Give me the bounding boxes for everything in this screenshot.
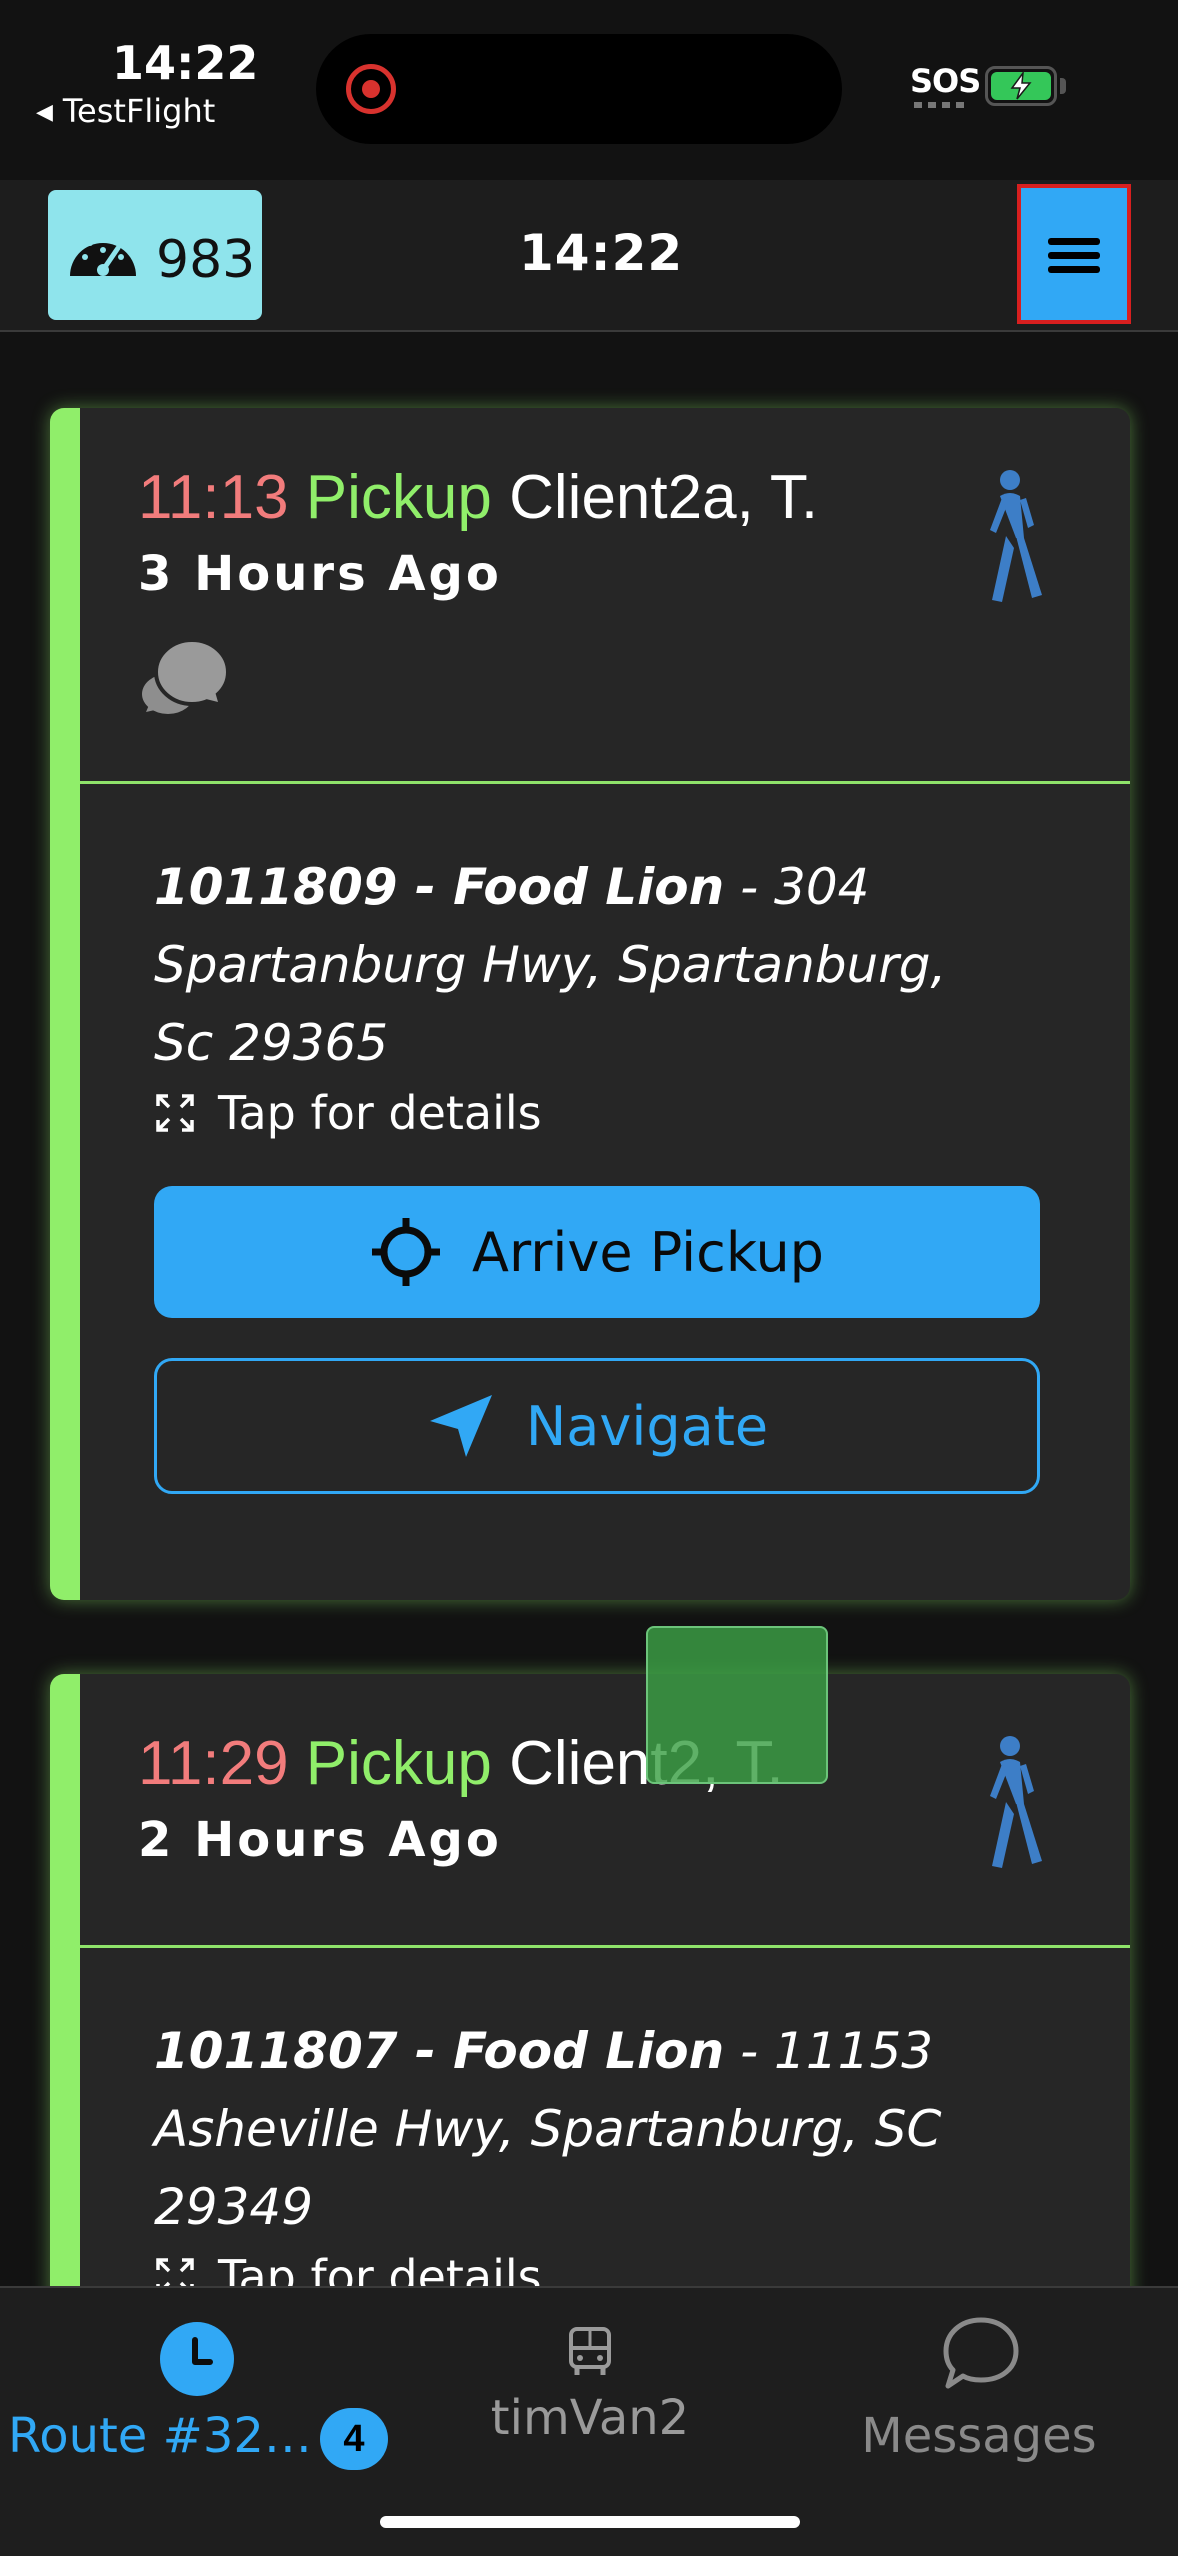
route-count-badge: 4 — [320, 2408, 388, 2470]
stop-time-ago: 3 Hours Ago — [138, 546, 502, 602]
details-label: Tap for details — [218, 1086, 542, 1140]
hamburger-menu-icon — [1048, 238, 1100, 245]
walking-person-icon — [990, 470, 1042, 602]
tab-route[interactable]: Route #32… 4 — [0, 2288, 400, 2488]
stop-client: Client2a, T. — [509, 463, 819, 532]
back-to-app-link[interactable]: ◀ TestFlight — [36, 92, 215, 130]
tab-messages-label: Messages — [861, 2408, 1097, 2464]
dynamic-island — [316, 34, 842, 144]
stop-card-header[interactable]: 11:29 Pickup Client2, T. 2 Hours Ago — [80, 1674, 1130, 1948]
sos-indicator: SOS — [910, 62, 981, 100]
walking-person-icon — [990, 1736, 1042, 1868]
chat-bubbles-icon[interactable] — [138, 632, 234, 728]
stop-card-body[interactable]: 1011807 - Food Lion - 11153 Asheville Hw… — [80, 1948, 1130, 2286]
speed-value: 983 — [156, 230, 256, 290]
tap-for-details-link[interactable]: Tap for details — [154, 2250, 1130, 2286]
header-clock: 14:22 — [519, 224, 684, 282]
location-id: 1011809 - Food Lion — [154, 858, 725, 916]
speed-indicator[interactable]: 983 — [48, 190, 262, 320]
tab-route-label: Route #32… — [8, 2408, 312, 2464]
status-time: 14:22 — [112, 36, 259, 90]
floating-overlay[interactable] — [646, 1626, 828, 1784]
tab-messages[interactable]: Messages — [780, 2288, 1178, 2488]
navigation-arrow-icon — [429, 1395, 492, 1457]
tab-vehicle[interactable]: timVan2 — [400, 2288, 780, 2488]
app-header: 983 14:22 — [0, 180, 1178, 332]
hamburger-menu-button[interactable] — [1017, 184, 1131, 324]
stop-card-body[interactable]: 1011809 - Food Lion - 304 Spartanburg Hw… — [80, 784, 1130, 1494]
stop-type: Pickup — [305, 1729, 492, 1798]
back-app-label: TestFlight — [62, 92, 216, 130]
speedometer-icon — [70, 240, 136, 276]
stop-card[interactable]: 11:29 Pickup Client2, T. 2 Hours Ago 101… — [50, 1674, 1130, 2286]
arrive-pickup-label: Arrive Pickup — [472, 1220, 824, 1284]
stop-address: 1011807 - Food Lion - 11153 Asheville Hw… — [154, 2012, 1014, 2246]
tap-for-details-link[interactable]: Tap for details — [154, 1086, 1130, 1140]
expand-icon — [156, 2258, 194, 2286]
tab-vehicle-label: timVan2 — [490, 2390, 690, 2446]
charging-bolt-icon — [1010, 71, 1032, 100]
status-bar: 14:22 ◀ TestFlight SOS — [0, 0, 1178, 180]
stop-card[interactable]: 11:13 Pickup Client2a, T. 3 Hours Ago 10… — [50, 408, 1130, 1600]
stop-time: 11:13 — [138, 463, 289, 532]
battery-cap — [1060, 78, 1066, 94]
stop-time-ago: 2 Hours Ago — [138, 1812, 502, 1868]
home-indicator[interactable] — [380, 2516, 800, 2528]
arrive-pickup-button[interactable]: Arrive Pickup — [154, 1186, 1040, 1318]
expand-icon — [156, 1094, 194, 1132]
signal-dots-icon — [914, 102, 964, 108]
stop-address: 1011809 - Food Lion - 304 Spartanburg Hw… — [154, 848, 1014, 1082]
back-triangle-icon: ◀ — [36, 100, 53, 125]
bus-icon — [569, 2327, 611, 2375]
stop-card-header[interactable]: 11:13 Pickup Client2a, T. 3 Hours Ago — [80, 408, 1130, 784]
details-label: Tap for details — [218, 2250, 542, 2286]
stop-title: 11:13 Pickup Client2a, T. — [138, 462, 818, 533]
route-stop-list[interactable]: 11:13 Pickup Client2a, T. 3 Hours Ago 10… — [0, 334, 1178, 2286]
crosshair-icon — [372, 1218, 441, 1286]
location-id: 1011807 - Food Lion — [154, 2022, 725, 2080]
stop-type: Pickup — [305, 463, 492, 532]
clock-icon — [160, 2322, 234, 2396]
battery-icon — [985, 66, 1057, 106]
navigate-button[interactable]: Navigate — [154, 1358, 1040, 1494]
stop-time: 11:29 — [138, 1729, 289, 1798]
message-bubble-icon — [943, 2317, 1019, 2389]
recording-icon — [346, 64, 396, 114]
navigate-label: Navigate — [525, 1394, 769, 1458]
